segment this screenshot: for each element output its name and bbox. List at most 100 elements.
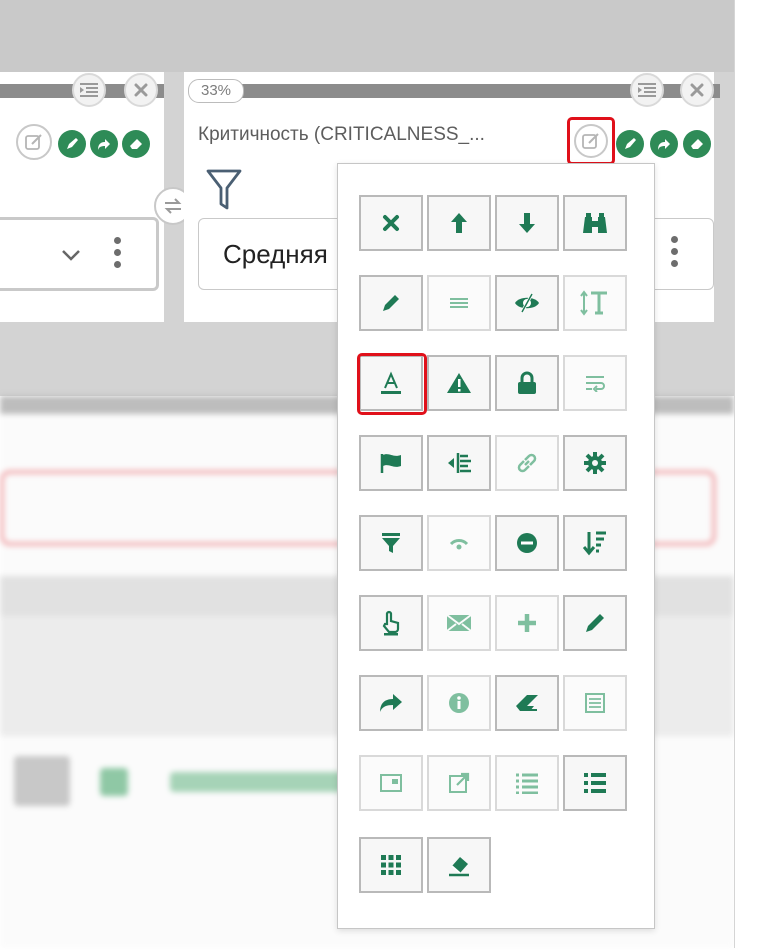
icon-option-wifi-signal[interactable] (427, 515, 491, 571)
icon-option-wrap-text[interactable] (563, 355, 627, 411)
top-bar (0, 0, 734, 72)
text-height-icon (580, 290, 607, 316)
icon-option-filter[interactable] (359, 515, 423, 571)
info-circle-icon (449, 693, 469, 713)
warning-icon (447, 373, 471, 393)
icon-option-hand-pointer[interactable] (359, 595, 423, 651)
plus-icon (518, 614, 536, 632)
pencil-icon (67, 138, 78, 149)
icon-option-list-bold[interactable] (563, 755, 627, 811)
left-share-button[interactable] (90, 130, 118, 158)
icon-option-envelope[interactable] (427, 595, 491, 651)
icon-option-text-height[interactable] (563, 275, 627, 331)
icon-option-indent[interactable] (427, 435, 491, 491)
list-collapse-icon (638, 83, 656, 97)
edit-square-icon (582, 133, 599, 149)
left-clear-button[interactable] (122, 130, 150, 158)
link-icon (517, 453, 537, 473)
icon-option-pencil[interactable] (359, 275, 423, 331)
swap-arrows-icon (164, 198, 182, 214)
share-arrow-icon (658, 139, 670, 150)
eraser-icon (691, 139, 703, 149)
right-dropdown-value: Средняя (223, 239, 328, 269)
sort-amount-icon (583, 531, 606, 556)
wifi-signal-icon (449, 539, 469, 550)
background-icon (100, 768, 128, 796)
icon-option-eye-slash[interactable] (495, 275, 559, 331)
icon-option-arrow-up[interactable] (427, 195, 491, 251)
icon-option-arrow-down[interactable] (495, 195, 559, 251)
flag-icon (380, 454, 401, 473)
icon-option-info-circle[interactable] (427, 675, 491, 731)
panel-right-edge (714, 72, 734, 322)
list-lines-icon (450, 298, 468, 308)
icon-option-grid-dots[interactable] (359, 837, 423, 893)
pencil-icon (625, 138, 636, 149)
right-close-button[interactable] (680, 73, 714, 107)
icon-option-lock[interactable] (495, 355, 559, 411)
left-more-menu[interactable] (114, 237, 121, 273)
list-alt-icon (585, 693, 605, 713)
icon-option-minus-circle[interactable] (495, 515, 559, 571)
widget-title: Критичность (CRITICALNESS_... (198, 124, 485, 145)
eye-slash-icon (515, 293, 539, 313)
icon-option-warning[interactable] (427, 355, 491, 411)
eraser-icon (516, 695, 538, 711)
icon-option-flag[interactable] (359, 435, 423, 491)
edit-style-circle (574, 124, 608, 158)
dot (114, 249, 121, 256)
list-icon (516, 773, 538, 794)
icon-option-sort-amount[interactable] (563, 515, 627, 571)
icon-option-external-link[interactable] (427, 755, 491, 811)
icon-option-plus[interactable] (495, 595, 559, 651)
window-icon (380, 774, 402, 792)
icon-option-eraser-clear[interactable] (427, 837, 491, 893)
icon-option-pen[interactable] (563, 595, 627, 651)
left-collapse-button[interactable] (72, 73, 106, 107)
filter-icon[interactable] (206, 168, 242, 212)
arrow-down-icon (519, 213, 535, 233)
envelope-icon (446, 614, 472, 632)
eraser-icon (130, 139, 142, 149)
dot (114, 237, 121, 244)
icon-option-window[interactable] (359, 755, 423, 811)
right-collapse-button[interactable] (630, 73, 664, 107)
close-icon (690, 83, 704, 97)
left-edit-button[interactable] (58, 130, 86, 158)
dot (114, 261, 121, 268)
edit-style-button[interactable] (567, 117, 615, 165)
icon-option-eraser[interactable] (495, 675, 559, 731)
icon-option-binoculars[interactable] (563, 195, 627, 251)
right-share-button[interactable] (650, 130, 678, 158)
external-link-icon (449, 772, 470, 793)
lock-icon (518, 371, 536, 394)
right-edit-button[interactable] (616, 130, 644, 158)
selected-icon-highlight (357, 353, 427, 415)
wrap-text-icon (586, 376, 605, 392)
pencil-icon (383, 295, 399, 311)
icon-option-share-arrow[interactable] (359, 675, 423, 731)
progress-percent-label: 33% (188, 79, 244, 103)
right-more-menu[interactable] (671, 236, 678, 272)
list-bold-icon (584, 773, 606, 793)
left-close-button[interactable] (124, 73, 158, 107)
left-dropdown[interactable] (0, 217, 159, 291)
hand-pointer-icon (382, 610, 400, 636)
share-arrow-icon (380, 694, 402, 712)
icon-option-link[interactable] (495, 435, 559, 491)
edit-square-icon (25, 134, 42, 150)
pen-icon (586, 614, 604, 632)
share-arrow-icon (98, 139, 110, 150)
minus-circle-icon (517, 533, 537, 553)
icon-option-close[interactable] (359, 195, 423, 251)
icon-option-list[interactable] (495, 755, 559, 811)
eraser-clear-icon (449, 857, 469, 877)
chevron-down-icon[interactable] (61, 249, 81, 261)
right-clear-button[interactable] (683, 130, 711, 158)
icon-option-list-alt[interactable] (563, 675, 627, 731)
icon-option-gear[interactable] (563, 435, 627, 491)
left-edit-style-button[interactable] (16, 124, 52, 160)
binoculars-icon (583, 213, 607, 233)
icon-option-list-lines[interactable] (427, 275, 491, 331)
right-strip (734, 0, 767, 948)
